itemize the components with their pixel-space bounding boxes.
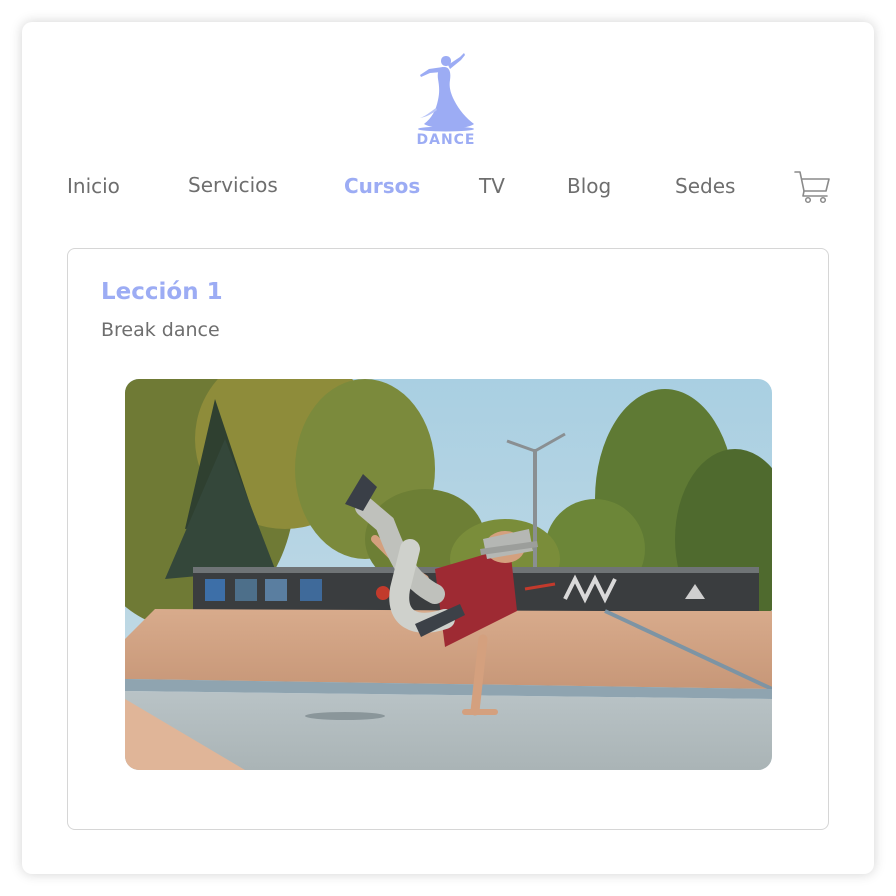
logo-text: DANCE	[416, 132, 476, 148]
break-dancer-photo	[125, 379, 772, 770]
shopping-cart-icon	[794, 171, 830, 204]
nav-item-blog[interactable]: Blog	[567, 174, 611, 198]
nav-item-inicio[interactable]: Inicio	[67, 174, 120, 198]
app-frame: DANCE Inicio Servicios Cursos TV Blog Se…	[22, 22, 874, 874]
dancer-silhouette-icon	[418, 53, 474, 132]
lesson-subtitle: Break dance	[101, 319, 220, 341]
nav-item-sedes[interactable]: Sedes	[675, 174, 735, 198]
lesson-card: Lección 1 Break dance	[67, 248, 829, 830]
nav-item-tv[interactable]: TV	[479, 174, 505, 198]
cart-button[interactable]	[794, 169, 832, 205]
nav-item-cursos[interactable]: Cursos	[344, 174, 420, 198]
logo[interactable]: DANCE	[412, 52, 480, 152]
lesson-photo[interactable]	[125, 379, 772, 770]
nav-item-servicios[interactable]: Servicios	[188, 173, 278, 197]
lesson-title: Lección 1	[101, 279, 223, 305]
